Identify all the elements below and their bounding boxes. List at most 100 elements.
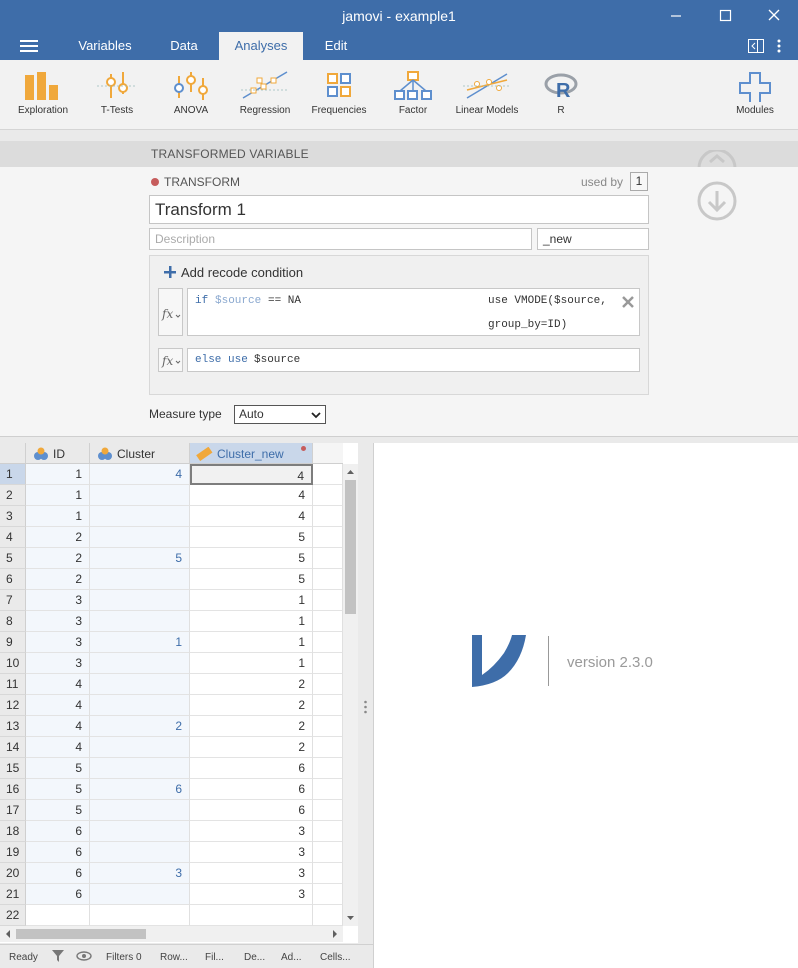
cell-cluster[interactable] [90,485,190,506]
filter-icon[interactable] [52,950,64,962]
condition-1-formula[interactable]: if $source == NA use VMODE($source, grou… [187,288,640,336]
row-number[interactable]: 1 [0,464,26,485]
cell-cluster-new[interactable]: 3 [190,842,313,863]
row-number[interactable]: 6 [0,569,26,590]
column-header-id[interactable]: ID [26,443,90,464]
cell-empty[interactable] [313,653,343,674]
cell-id[interactable]: 3 [26,590,90,611]
cell-cluster-new[interactable]: 3 [190,821,313,842]
cell-id[interactable]: 2 [26,527,90,548]
cell-empty[interactable] [313,548,343,569]
hamburger-menu-icon[interactable] [20,38,38,57]
horizontal-scroll-thumb[interactable] [16,929,146,939]
column-header-cluster[interactable]: Cluster [90,443,190,464]
cell-cluster-new[interactable]: 4 [190,506,313,527]
cell-id[interactable]: 4 [26,674,90,695]
cell-cluster-new[interactable]: 2 [190,716,313,737]
cell-cluster-new[interactable]: 2 [190,674,313,695]
maximize-icon[interactable] [713,4,737,28]
row-number[interactable]: 21 [0,884,26,905]
cell-empty[interactable] [313,779,343,800]
cell-empty[interactable] [313,884,343,905]
anova-button[interactable]: ANOVA [156,60,226,130]
cell-id[interactable]: 2 [26,569,90,590]
cell-empty[interactable] [313,632,343,653]
cell-id[interactable]: 3 [26,653,90,674]
cell-empty[interactable] [313,695,343,716]
else-condition-formula[interactable]: else use $source [187,348,640,372]
cell-id[interactable]: 1 [26,464,90,485]
cell-cluster[interactable] [90,527,190,548]
cell-cluster-new[interactable]: 3 [190,884,313,905]
cell-cluster[interactable] [90,590,190,611]
cell-cluster-new[interactable]: 6 [190,758,313,779]
cell-cluster[interactable] [90,611,190,632]
row-number[interactable]: 5 [0,548,26,569]
cell-cluster[interactable] [90,695,190,716]
cell-cluster[interactable] [90,821,190,842]
cell-empty[interactable] [313,590,343,611]
cell-empty[interactable] [313,569,343,590]
row-number[interactable]: 11 [0,674,26,695]
formula-function-button-else[interactable]: fx [158,348,183,372]
delete-condition-icon[interactable] [621,295,635,312]
row-number[interactable]: 9 [0,632,26,653]
cell-empty[interactable] [313,716,343,737]
row-number[interactable]: 15 [0,758,26,779]
cell-cluster-new[interactable]: 2 [190,737,313,758]
cell-cluster[interactable]: 2 [90,716,190,737]
eye-icon[interactable] [76,950,92,962]
tab-analyses[interactable]: Analyses [219,32,303,60]
used-by-count[interactable]: 1 [630,172,648,191]
cell-cluster[interactable]: 6 [90,779,190,800]
tab-data[interactable]: Data [158,32,210,60]
row-number[interactable]: 12 [0,695,26,716]
row-number[interactable]: 13 [0,716,26,737]
factor-button[interactable]: Factor [378,60,448,130]
tab-edit[interactable]: Edit [313,32,359,60]
row-number[interactable]: 8 [0,611,26,632]
cell-cluster-new[interactable]: 2 [190,695,313,716]
measure-type-select[interactable]: Auto [234,405,326,424]
cell-cluster[interactable]: 4 [90,464,190,485]
cell-empty[interactable] [313,611,343,632]
cell-id[interactable]: 1 [26,485,90,506]
cell-cluster[interactable] [90,905,190,926]
r-button[interactable]: R R [530,60,592,130]
row-number[interactable]: 16 [0,779,26,800]
column-header-cluster-new[interactable]: Cluster_new [190,443,313,464]
cell-cluster-new[interactable] [190,905,313,926]
cell-id[interactable]: 4 [26,695,90,716]
cell-cluster[interactable]: 5 [90,548,190,569]
cell-id[interactable]: 1 [26,506,90,527]
exploration-button[interactable]: Exploration [8,60,78,130]
row-number[interactable]: 3 [0,506,26,527]
pane-splitter[interactable] [358,443,373,944]
cell-empty[interactable] [313,842,343,863]
arrow-down-icon[interactable] [696,180,738,225]
cell-cluster[interactable] [90,506,190,527]
cell-cluster-new[interactable]: 6 [190,800,313,821]
t-tests-button[interactable]: T-Tests [82,60,152,130]
cell-cluster[interactable] [90,653,190,674]
modules-button[interactable]: Modules [722,60,788,130]
cell-empty[interactable] [313,863,343,884]
cell-cluster[interactable] [90,758,190,779]
row-number[interactable]: 2 [0,485,26,506]
row-number[interactable]: 14 [0,737,26,758]
cell-id[interactable]: 3 [26,611,90,632]
close-icon[interactable] [762,4,786,28]
minimize-icon[interactable] [664,4,688,28]
cell-empty[interactable] [313,800,343,821]
cell-cluster-new[interactable]: 4 [190,485,313,506]
cell-empty[interactable] [313,485,343,506]
cell-cluster-new[interactable]: 6 [190,779,313,800]
cell-id[interactable]: 4 [26,737,90,758]
cell-cluster[interactable] [90,800,190,821]
tab-variables[interactable]: Variables [66,32,144,60]
cell-cluster[interactable] [90,737,190,758]
row-number[interactable]: 4 [0,527,26,548]
cell-empty[interactable] [313,527,343,548]
cell-empty[interactable] [313,758,343,779]
cell-id[interactable]: 2 [26,548,90,569]
